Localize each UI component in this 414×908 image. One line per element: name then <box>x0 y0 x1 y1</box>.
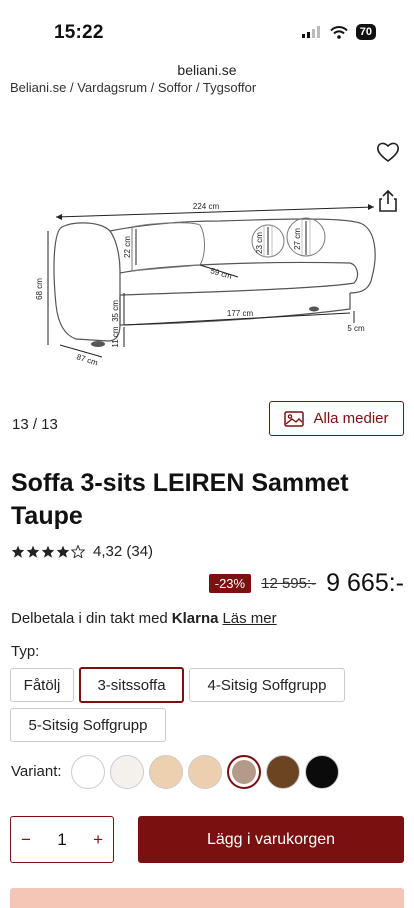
battery-icon: 70 <box>355 24 376 40</box>
url-bar[interactable]: beliani.se <box>0 62 414 78</box>
variant-swatch-taupe[interactable] <box>227 755 261 789</box>
quantity-value[interactable]: 1 <box>57 830 66 850</box>
star-icon <box>41 545 55 558</box>
variant-swatch-black[interactable] <box>305 755 339 789</box>
price-row: -23% 12 595:- 9 665:- <box>208 569 404 598</box>
variant-swatch-offwhite[interactable] <box>110 755 144 789</box>
old-price: 12 595:- <box>261 575 317 592</box>
dim-seat-height: 35 cm <box>111 300 120 322</box>
product-image[interactable]: 224 cm 68 cm 87 cm 22 cm 23 cm 27 cm 59 … <box>20 185 380 375</box>
dim-leg-small: 5 cm <box>347 324 365 333</box>
variant-swatch-beige[interactable] <box>149 755 183 789</box>
quantity-stepper: − 1 + <box>10 816 114 863</box>
dim-width-total: 224 cm <box>193 202 220 211</box>
heart-icon[interactable] <box>374 138 402 166</box>
variant-swatch-sand[interactable] <box>188 755 222 789</box>
klarna-text: Delbetala i din takt med <box>11 610 168 627</box>
type-option-4-seater-set[interactable]: 4-Sitsig Soffgrupp <box>189 668 345 702</box>
discount-badge: -23% <box>208 574 252 593</box>
variant-swatch-white[interactable] <box>71 755 105 789</box>
dim-back-height: 22 cm <box>123 236 132 258</box>
type-option-3-seater[interactable]: 3-sitssoffa <box>79 667 184 703</box>
klarna-row: Delbetala i din takt med Klarna Läs mer <box>11 610 277 627</box>
dim-pillow-small: 23 cm <box>255 232 264 254</box>
image-icon <box>284 410 305 427</box>
breadcrumb[interactable]: Beliani.se / Vardagsrum / Soffor / Tygso… <box>10 80 256 95</box>
status-icons: 70 <box>301 24 376 40</box>
type-label: Typ: <box>11 643 40 660</box>
dim-depth: 87 cm <box>75 352 99 367</box>
dim-leg-height: 11 cm <box>111 326 120 348</box>
type-option-armchair[interactable]: Fåtölj <box>10 668 74 702</box>
price: 9 665:- <box>326 569 404 597</box>
signal-icon <box>301 26 320 38</box>
rating-value: 4,32 (34) <box>93 543 154 560</box>
dim-pillow-large: 27 cm <box>293 228 302 250</box>
star-empty-icon <box>71 545 85 558</box>
klarna-read-more-link[interactable]: Läs mer <box>222 610 276 627</box>
image-counter: 13 / 13 <box>12 416 58 433</box>
all-media-button[interactable]: Alla medier <box>269 401 404 436</box>
dim-seat-width: 177 cm <box>227 309 254 318</box>
type-option-5-seater-set[interactable]: 5-Sitsig Soffgrupp <box>10 708 166 742</box>
star-icon <box>11 545 25 558</box>
klarna-logo: Klarna <box>171 610 219 627</box>
quantity-plus-button[interactable]: + <box>93 830 103 850</box>
share-icon[interactable] <box>376 188 400 214</box>
status-time: 15:22 <box>54 22 104 43</box>
add-to-cart-button[interactable]: Lägg i varukorgen <box>138 816 404 863</box>
quantity-minus-button[interactable]: − <box>21 830 31 850</box>
star-icon <box>26 545 40 558</box>
wifi-icon <box>330 25 348 39</box>
dim-seat-depth: 59 cm <box>209 266 233 281</box>
variant-swatch-brown[interactable] <box>266 755 300 789</box>
variant-label: Variant: <box>11 763 62 780</box>
all-media-label: Alla medier <box>313 410 389 427</box>
promo-bar <box>10 888 404 908</box>
star-rating <box>11 545 85 558</box>
dim-height-total: 68 cm <box>35 278 44 300</box>
star-icon <box>56 545 70 558</box>
rating[interactable]: 4,32 (34) <box>11 543 153 560</box>
product-title: Soffa 3-sits LEIREN Sammet Taupe <box>11 469 349 530</box>
